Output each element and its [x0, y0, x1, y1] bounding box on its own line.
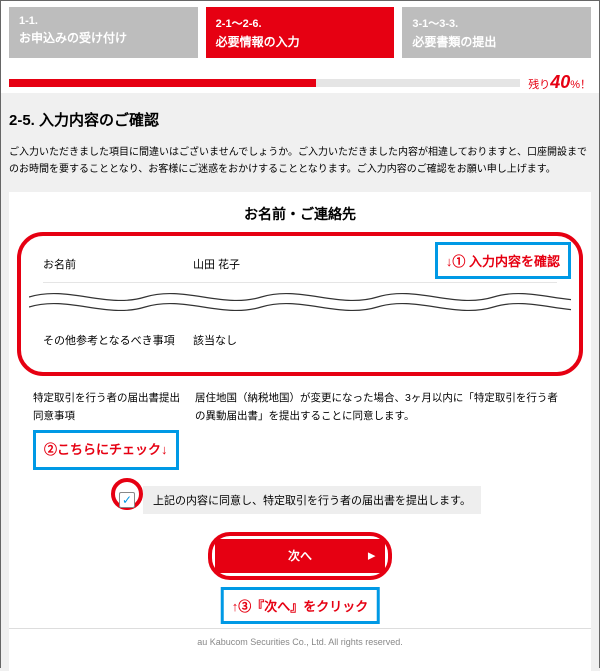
- progress-label: 残り: [528, 79, 550, 91]
- card-title: お名前・ご連絡先: [9, 204, 591, 224]
- step-code: 3-1～3-3.: [412, 15, 581, 31]
- footer-copyright: au Kabucom Securities Co., Ltd. All righ…: [9, 628, 591, 653]
- step-3: 3-1～3-3. 必要書類の提出: [402, 7, 591, 58]
- step-2: 2-1～2-6. 必要情報の入力: [206, 7, 395, 58]
- progress-fill: [9, 79, 316, 87]
- step-title: 必要情報の入力: [216, 33, 385, 50]
- consent-text: 居住地国（納税地国）が変更になった場合、3ヶ月以内に「特定取引を行う者の異動届出…: [195, 390, 567, 426]
- annotation-3: ↑③『次へ』をクリック: [221, 587, 380, 624]
- section-title: 2-5. 入力内容のご確認: [9, 109, 591, 130]
- other-value: 該当なし: [193, 332, 557, 348]
- caret-right-icon: ▶: [368, 550, 375, 561]
- consent-label: 特定取引を行う者の届出書提出同意事項: [33, 390, 183, 426]
- consent-section: 特定取引を行う者の届出書提出同意事項 居住地国（納税地国）が変更になった場合、3…: [9, 376, 591, 426]
- progress-bar: [9, 79, 520, 87]
- next-button-label: 次へ: [288, 547, 312, 564]
- next-button[interactable]: 次へ ▶: [215, 539, 385, 573]
- confirmation-note: ご入力いただきました項目に間違いはございませんでしょうか。ご入力いただきました内…: [9, 144, 591, 178]
- progress: 残り40%！: [9, 72, 591, 93]
- name-label: お名前: [43, 256, 193, 272]
- step-title: お申込みの受け付け: [19, 29, 188, 46]
- next-section: 次へ ▶ ↑③『次へ』をクリック: [9, 532, 591, 580]
- confirmation-card: お名前・ご連絡先 ↓① 入力内容を確認 お名前 山田 花子 その他参考となるべき…: [9, 192, 591, 671]
- other-label: その他参考となるべき事項: [43, 332, 193, 348]
- progress-text: 残り40%！: [528, 72, 591, 93]
- content-highlight: ↓① 入力内容を確認 お名前 山田 花子 その他参考となるべき事項 該当なし: [17, 232, 583, 376]
- ellipsis-wave-icon: [29, 283, 571, 317]
- checkbox-wrap: ✓ 上記の内容に同意し、特定取引を行う者の届出書を提出します。: [119, 486, 481, 514]
- progress-unit: %！: [570, 79, 591, 91]
- step-code: 1-1.: [19, 15, 188, 27]
- step-1: 1-1. お申込みの受け付け: [9, 7, 198, 58]
- checkbox-row: ✓ 上記の内容に同意し、特定取引を行う者の届出書を提出します。: [9, 486, 591, 514]
- annotation-1: ↓① 入力内容を確認: [435, 242, 571, 279]
- step-code: 2-1～2-6.: [216, 15, 385, 31]
- annotation-2: ②こちらにチェック↓: [33, 430, 179, 470]
- row-other: その他参考となるべき事項 該当なし: [29, 322, 571, 358]
- consent-checkbox[interactable]: ✓: [119, 492, 135, 508]
- progress-percent: 40: [550, 72, 570, 92]
- step-title: 必要書類の提出: [412, 33, 581, 50]
- next-button-highlight: 次へ ▶: [208, 532, 392, 580]
- checkbox-label: 上記の内容に同意し、特定取引を行う者の届出書を提出します。: [143, 486, 481, 514]
- step-indicator: 1-1. お申込みの受け付け 2-1～2-6. 必要情報の入力 3-1～3-3.…: [9, 7, 591, 58]
